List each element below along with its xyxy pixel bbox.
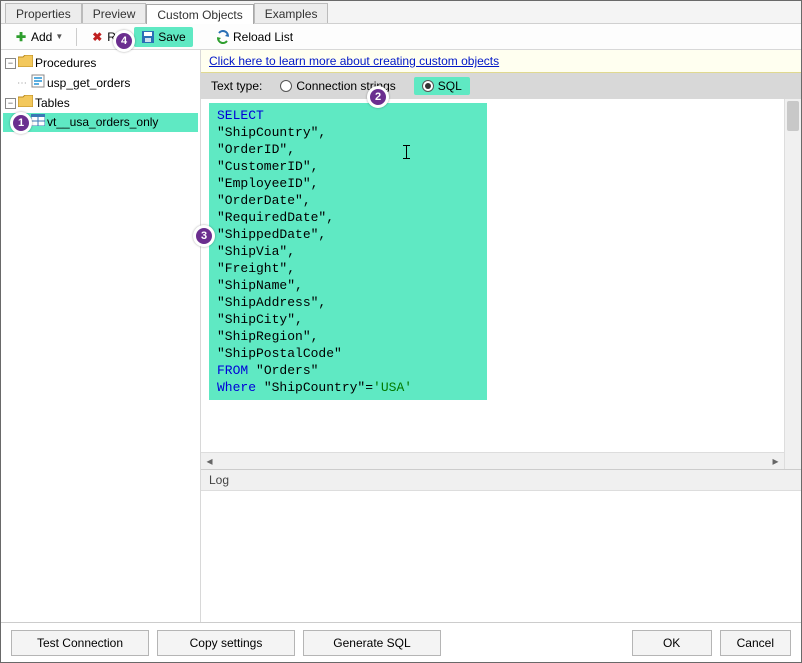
save-label: Save: [158, 30, 185, 44]
tab-preview[interactable]: Preview: [82, 3, 147, 23]
radio-label: SQL: [438, 79, 462, 93]
log-body[interactable]: [201, 491, 801, 622]
tree-connector: ⋯: [17, 75, 27, 92]
annotation-badge-2: 2: [367, 86, 389, 108]
sql-editor[interactable]: SELECT "ShipCountry", "OrderID", "Custom…: [201, 99, 801, 470]
cancel-button[interactable]: Cancel: [720, 630, 791, 656]
folder-icon: [18, 95, 33, 112]
tree-label: usp_get_orders: [47, 75, 130, 92]
procedure-icon: [31, 74, 45, 93]
add-button[interactable]: ✚ Add ▼: [7, 27, 70, 47]
text-type-label: Text type:: [211, 79, 262, 93]
reload-list-button[interactable]: Reload List: [209, 27, 300, 47]
table-icon: [31, 114, 45, 131]
learn-more-link[interactable]: Click here to learn more about creating …: [209, 54, 499, 68]
tree-node-tables[interactable]: − Tables: [3, 94, 198, 113]
sql-text[interactable]: SELECT "ShipCountry", "OrderID", "Custom…: [209, 103, 487, 400]
annotation-badge-4: 4: [113, 30, 135, 52]
scroll-left-icon[interactable]: ◂: [201, 453, 218, 470]
plus-icon: ✚: [14, 30, 28, 44]
log-header: Log: [201, 470, 801, 491]
text-caret: [406, 145, 407, 159]
tab-examples[interactable]: Examples: [254, 3, 329, 23]
add-label: Add: [31, 30, 52, 44]
ok-button[interactable]: OK: [632, 630, 712, 656]
object-tree: − Procedures ⋯ usp_get_orders −: [1, 50, 201, 622]
tree-label: vt__usa_orders_only: [47, 114, 158, 131]
save-icon: [141, 30, 155, 44]
tree-label: Tables: [35, 95, 70, 112]
log-panel: Log: [201, 470, 801, 622]
reload-label: Reload List: [233, 30, 293, 44]
tab-custom-objects[interactable]: Custom Objects: [146, 4, 253, 24]
radio-icon: [280, 80, 292, 92]
delete-icon: ✖: [90, 30, 104, 44]
tree-label: Procedures: [35, 55, 96, 72]
chevron-down-icon: ▼: [55, 32, 63, 41]
copy-settings-button[interactable]: Copy settings: [157, 630, 295, 656]
vertical-scrollbar[interactable]: [784, 99, 801, 469]
folder-icon: [18, 55, 33, 72]
text-type-bar: Text type: Connection strings SQL: [201, 73, 801, 99]
separator: [76, 28, 77, 46]
tab-properties[interactable]: Properties: [5, 3, 82, 23]
tree-node-procedures[interactable]: − Procedures: [3, 54, 198, 73]
tree-node-procedure-item[interactable]: ⋯ usp_get_orders: [3, 73, 198, 94]
scroll-right-icon[interactable]: ▸: [767, 453, 784, 470]
tab-strip: Properties Preview Custom Objects Exampl…: [1, 1, 801, 24]
radio-sql[interactable]: SQL: [414, 77, 470, 95]
collapse-icon[interactable]: −: [5, 98, 16, 109]
annotation-badge-3: 3: [193, 225, 215, 247]
radio-icon: [422, 80, 434, 92]
reload-icon: [216, 30, 230, 44]
footer: Test Connection Copy settings Generate S…: [1, 622, 801, 662]
tree-node-table-item[interactable]: ⋯ vt__usa_orders_only: [3, 113, 198, 132]
horizontal-scrollbar[interactable]: ◂ ▸: [201, 452, 784, 469]
collapse-icon[interactable]: −: [5, 58, 16, 69]
annotation-badge-1: 1: [10, 112, 32, 134]
generate-sql-button[interactable]: Generate SQL: [303, 630, 441, 656]
save-button[interactable]: Save: [134, 27, 192, 47]
info-bar: Click here to learn more about creating …: [201, 50, 801, 73]
test-connection-button[interactable]: Test Connection: [11, 630, 149, 656]
